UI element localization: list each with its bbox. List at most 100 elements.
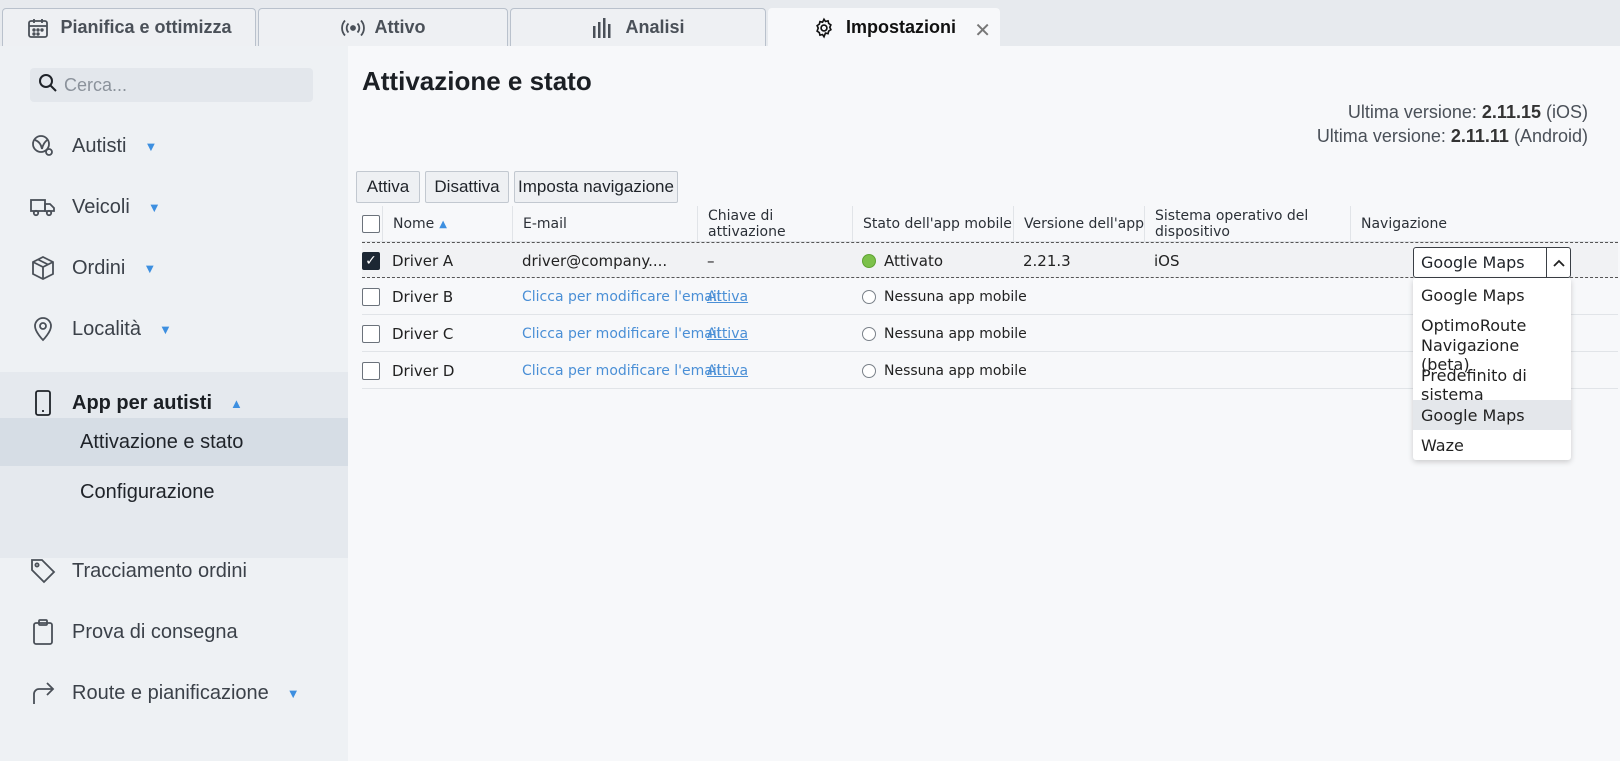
sidebar-group-driver-app: App per autisti ▲ Attivazione e stato Co… [0,372,348,558]
tag-icon [30,558,56,584]
status-text: Nessuna app mobile [884,363,1027,379]
version-number: 2.11.11 [1450,126,1509,146]
tab-label: Analisi [625,17,685,37]
version-android: Ultima versione: 2.11.11 (Android) [1317,126,1588,147]
header-activation-key[interactable]: Chiave di attivazione [697,206,851,242]
close-icon[interactable]: ✕ [974,18,991,43]
tab-label: Impostazioni [845,17,956,37]
status-text: Nessuna app mobile [884,326,1027,342]
select-all-checkbox[interactable] [362,215,380,233]
version-ios: Ultima versione: 2.11.15 (iOS) [1348,102,1588,123]
caret-down-icon: ▼ [158,321,172,337]
deactivate-button[interactable]: Disattiva [425,171,509,203]
caret-down-icon: ▼ [286,685,300,701]
row-checkbox[interactable] [362,288,380,306]
box-icon [30,255,56,281]
edit-email-link[interactable]: Clicca per modificare l'email [512,353,721,389]
tab-analysis[interactable]: Analisi [510,8,766,46]
caret-down-icon: ▼ [147,199,161,215]
sidebar-item-label: Località [72,317,141,340]
nav-option[interactable]: Predefinito di sistema [1413,366,1571,404]
row-checkbox[interactable]: ✓ [362,252,380,270]
caret-up-icon: ▲ [230,395,243,411]
nav-option[interactable]: Google Maps [1413,280,1571,310]
activate-link[interactable]: Attiva [697,279,748,315]
activation-key: – [707,252,715,270]
header-app-status[interactable]: Stato dell'app mobile [852,206,1013,242]
row-checkbox[interactable] [362,325,380,343]
driver-name: Driver C [392,325,454,343]
sidebar-item-label: Route e pianificazione [72,681,269,704]
subitem-activation-status[interactable]: Attivazione e stato [0,418,348,466]
activate-link[interactable]: Attiva [697,353,748,389]
app-status: Attivato [852,243,943,279]
app-status: Nessuna app mobile [852,316,1027,352]
tab-plan-optimize[interactable]: Pianifica e ottimizza [2,8,256,46]
sidebar-item-drivers[interactable]: Autisti ▼ [0,123,348,169]
navigation-select-value: Google Maps [1421,253,1525,272]
nav-option-highlighted[interactable]: Google Maps [1413,400,1571,430]
sidebar-item-label: Ordini [72,256,126,279]
navigation-select[interactable]: Google Maps [1413,247,1571,278]
version-number: 2.11.15 [1481,102,1541,122]
activate-link[interactable]: Attiva [697,316,748,352]
edit-email-link[interactable]: Clicca per modificare l'email [512,316,721,352]
driver-name: Driver A [392,252,454,270]
nav-option[interactable]: Waze [1413,430,1571,460]
status-text: Nessuna app mobile [884,289,1027,305]
sidebar-item-order-tracking[interactable]: Tracciamento ordini [0,548,348,594]
header-navigation[interactable]: Navigazione [1350,206,1618,242]
app-version: 2.21.3 [1023,252,1071,270]
status-none-dot [862,364,876,378]
caret-down-icon: ▼ [144,138,158,154]
driver-name: Driver B [392,288,454,306]
tab-active[interactable]: Attivo [258,8,508,46]
header-label: Nome [393,216,435,232]
row-checkbox[interactable] [362,362,380,380]
broadcast-icon [340,16,365,40]
navigation-dropdown: Google Maps OptimoRoute Navigazione (bet… [1413,278,1571,460]
sidebar-item-orders[interactable]: Ordini ▼ [0,245,348,291]
driver-email[interactable]: driver@company.... [512,243,667,279]
app-status: Nessuna app mobile [852,353,1027,389]
location-pin-icon [30,316,56,342]
app-status: Nessuna app mobile [852,279,1027,315]
activate-button[interactable]: Attiva [356,171,420,203]
table-row[interactable]: ✓ Driver A driver@company.... – Attivato… [362,242,1618,278]
route-arrow-icon [30,680,56,706]
tab-label: Attivo [374,17,426,37]
bar-chart-icon [591,16,615,40]
phone-icon [30,390,56,416]
sidebar-item-proof-of-delivery[interactable]: Prova di consegna [0,609,348,655]
truck-icon [30,194,56,220]
sidebar-item-label: Veicoli [72,195,130,218]
header-app-version[interactable]: Versione dell'app [1013,206,1145,242]
version-prefix: Ultima versione: [1316,126,1446,146]
sidebar-item-label: Tracciamento ordini [72,559,247,582]
tab-label: Pianifica e ottimizza [60,17,232,37]
sidebar-item-vehicles[interactable]: Veicoli ▼ [0,184,348,230]
subitem-configuration[interactable]: Configurazione [0,468,348,516]
search-icon [38,73,58,98]
status-active-dot [862,254,876,268]
sidebar-item-locations[interactable]: Località ▼ [0,306,348,352]
version-platform: (iOS) [1546,102,1588,122]
table-header: Nome ▲ E-mail Chiave di attivazione Stat… [362,206,1618,242]
search-box[interactable] [30,68,313,102]
edit-email-link[interactable]: Clicca per modificare l'email [512,279,721,315]
chevron-up-icon[interactable] [1546,248,1570,277]
sidebar-item-route-planning[interactable]: Route e pianificazione ▼ [0,670,348,716]
search-input[interactable] [64,74,304,96]
header-email[interactable]: E-mail [512,206,698,242]
sidebar-item-label: App per autisti [72,391,213,414]
gear-icon [812,16,836,40]
status-none-dot [862,327,876,341]
set-navigation-button[interactable]: Imposta navigazione [514,171,678,203]
version-prefix: Ultima versione: [1347,102,1477,122]
caret-down-icon: ▼ [143,260,157,276]
tab-settings[interactable]: Impostazioni ✕ [768,8,1000,46]
sidebar-item-label: Autisti [72,134,127,157]
clipboard-icon [30,619,56,645]
header-name[interactable]: Nome ▲ [382,206,522,242]
header-device-os[interactable]: Sistema operativo del dispositivo [1144,206,1350,242]
